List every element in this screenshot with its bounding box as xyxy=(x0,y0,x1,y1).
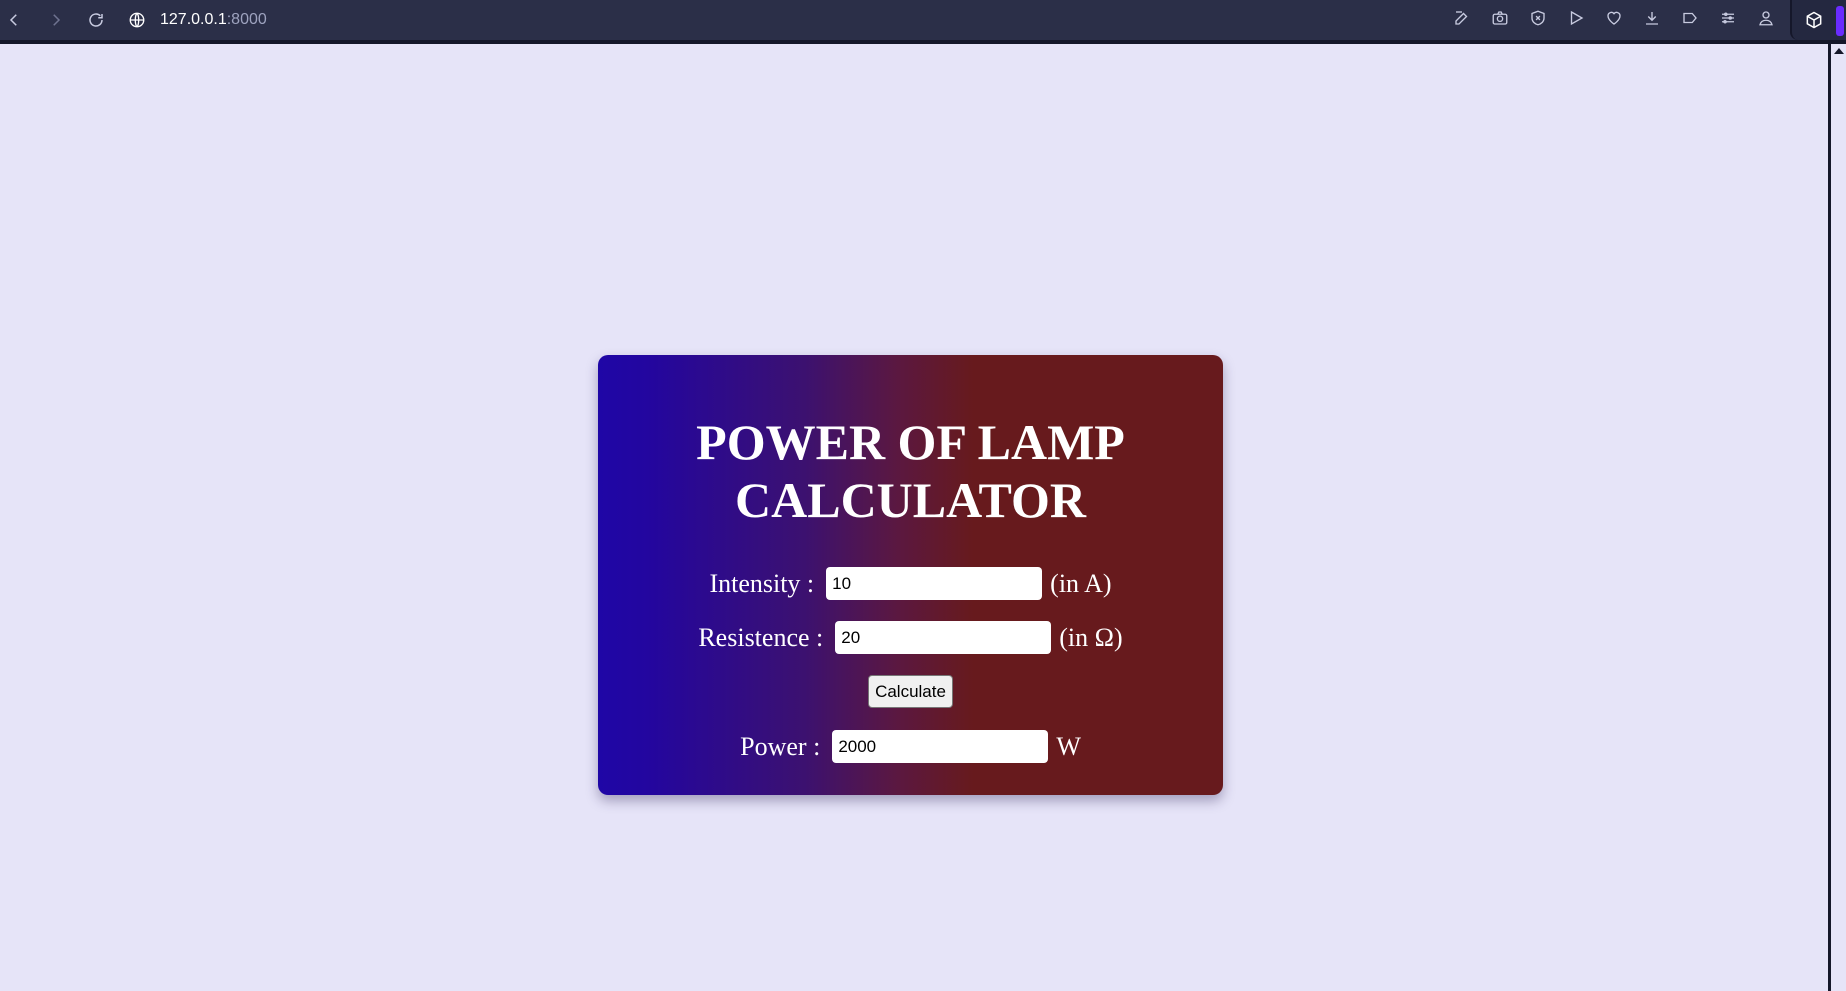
tag-button[interactable] xyxy=(1680,8,1700,28)
power-label: Power : xyxy=(740,731,821,761)
forward-button[interactable] xyxy=(44,8,68,32)
downloads-button[interactable] xyxy=(1642,8,1662,28)
calculator-card: POWER OF LAMP CALCULATOR Intensity : (in… xyxy=(598,355,1223,795)
edit-icon xyxy=(1455,11,1468,25)
extensions-area[interactable] xyxy=(1790,0,1846,40)
edit-button[interactable] xyxy=(1452,8,1472,28)
screenshot-button[interactable] xyxy=(1490,8,1510,28)
resistance-input[interactable] xyxy=(835,621,1052,654)
calculate-row: Calculate xyxy=(598,675,1223,708)
intensity-label: Intensity : xyxy=(709,568,815,598)
resistance-label: Resistence : xyxy=(698,622,824,652)
resistance-unit: (in Ω) xyxy=(1059,622,1123,652)
intensity-row: Intensity : (in A) xyxy=(598,567,1223,600)
scroll-up-arrow-icon[interactable] xyxy=(1834,48,1844,54)
title-line-2: CALCULATOR xyxy=(735,472,1086,528)
shield-x-icon xyxy=(1531,10,1545,26)
toolbar-actions xyxy=(1452,8,1776,28)
heart-icon xyxy=(1607,11,1621,25)
page-title: POWER OF LAMP CALCULATOR xyxy=(598,413,1223,529)
play-icon xyxy=(1570,10,1584,26)
url-host: 127.0.0.1 xyxy=(160,11,227,28)
intensity-input[interactable] xyxy=(826,567,1043,600)
reload-icon xyxy=(89,13,103,27)
settings-button[interactable] xyxy=(1718,8,1738,28)
camera-icon xyxy=(1492,11,1508,25)
chevron-left-icon xyxy=(9,14,17,26)
title-line-1: POWER OF LAMP xyxy=(696,414,1125,470)
globe-icon xyxy=(129,12,145,28)
calculate-button[interactable]: Calculate xyxy=(868,675,953,708)
accent-bar xyxy=(1836,6,1844,36)
chevron-right-icon xyxy=(53,14,61,26)
power-unit: W xyxy=(1056,731,1081,761)
url-text: 127.0.0.1:8000 xyxy=(160,11,267,29)
download-icon xyxy=(1646,12,1658,25)
shield-button[interactable] xyxy=(1528,8,1548,28)
profile-button[interactable] xyxy=(1756,8,1776,28)
url-port: :8000 xyxy=(226,11,267,28)
page-scrollbar[interactable] xyxy=(1828,44,1846,991)
power-row: Power : W xyxy=(598,730,1223,763)
power-output[interactable] xyxy=(832,730,1049,763)
address-bar[interactable]: 127.0.0.1:8000 xyxy=(128,6,267,34)
play-button[interactable] xyxy=(1566,8,1586,28)
intensity-unit: (in A) xyxy=(1050,568,1112,598)
tag-icon xyxy=(1683,12,1697,24)
settings-sliders-icon xyxy=(1722,12,1734,24)
browser-toolbar: 127.0.0.1:8000 xyxy=(0,0,1846,44)
reload-button[interactable] xyxy=(84,8,108,32)
resistance-row: Resistence : (in Ω) xyxy=(598,621,1223,654)
cube-icon xyxy=(1806,11,1822,29)
profile-icon xyxy=(1759,11,1773,26)
favorite-button[interactable] xyxy=(1604,8,1624,28)
back-button[interactable] xyxy=(2,8,26,32)
